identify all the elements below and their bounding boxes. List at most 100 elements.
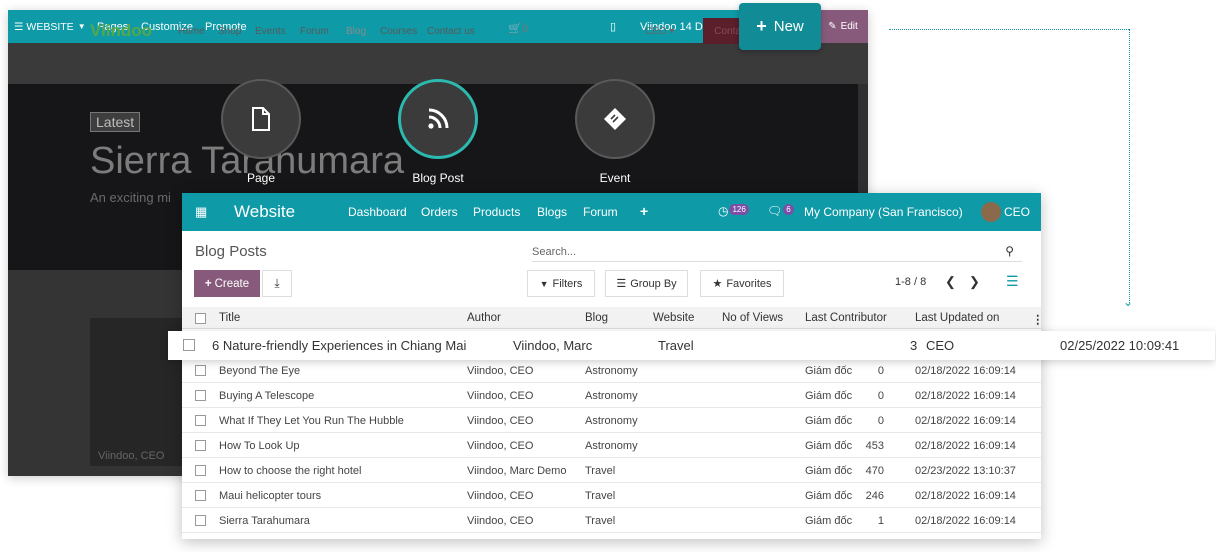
site-nav-home[interactable]: Home bbox=[178, 26, 205, 37]
edit-button[interactable]: ✎ Edit bbox=[818, 10, 868, 43]
site-nav-forum[interactable]: Forum bbox=[300, 26, 329, 37]
caret-down-icon: ▼ bbox=[77, 22, 86, 31]
row-title: Buying A Telescope bbox=[219, 390, 315, 402]
menu-orders[interactable]: Orders bbox=[421, 205, 458, 219]
website-menu[interactable]: ☰ WEBSITE ▼ bbox=[14, 10, 86, 43]
row-views: 0 bbox=[877, 390, 884, 402]
row-checkbox[interactable] bbox=[195, 465, 206, 476]
column-options-icon[interactable]: ⋮ bbox=[1032, 312, 1041, 326]
row-blog: Travel bbox=[658, 338, 694, 353]
row-updated: 02/23/2022 13:10:37 bbox=[915, 465, 1016, 477]
new-event-option[interactable] bbox=[575, 79, 655, 159]
create-button[interactable]: + Create bbox=[194, 270, 260, 297]
menu-dashboard[interactable]: Dashboard bbox=[348, 205, 407, 219]
page-option-label: Page bbox=[246, 171, 276, 185]
site-nav-contact[interactable]: Contact us bbox=[427, 26, 475, 37]
row-checkbox[interactable] bbox=[195, 415, 206, 426]
row-title: How to choose the right hotel bbox=[219, 465, 362, 477]
site-user-menu[interactable]: CEO ▾ bbox=[645, 26, 674, 37]
pencil-icon: ✎ bbox=[828, 21, 837, 32]
app-title[interactable]: Website bbox=[234, 202, 295, 222]
site-nav-courses[interactable]: Courses bbox=[380, 26, 417, 37]
column-title[interactable]: Title bbox=[219, 312, 240, 324]
site-nav-events[interactable]: Events bbox=[255, 26, 286, 37]
mobile-preview-icon[interactable]: ▯ bbox=[610, 10, 616, 43]
list-view-icon[interactable]: ☰ bbox=[1006, 273, 1019, 290]
search-input[interactable]: Search... ⚲ bbox=[532, 244, 1022, 262]
user-menu[interactable]: CEO bbox=[1004, 205, 1030, 219]
cart-icon[interactable]: 🛒0 bbox=[508, 22, 528, 35]
site-nav-blog[interactable]: Blog bbox=[346, 26, 366, 37]
site-header bbox=[8, 43, 868, 84]
row-blog: Astronomy bbox=[585, 440, 638, 452]
row-checkbox[interactable] bbox=[195, 440, 206, 451]
menu-products[interactable]: Products bbox=[473, 205, 520, 219]
row-author: Viindoo, Marc Demo bbox=[467, 465, 567, 477]
row-contributor: Giám đốc bbox=[805, 490, 853, 502]
chevron-right-icon[interactable]: ❯ bbox=[969, 274, 980, 290]
rss-icon bbox=[428, 108, 449, 129]
row-blog: Astronomy bbox=[585, 390, 638, 402]
row-updated: 02/18/2022 16:09:14 bbox=[915, 490, 1016, 502]
row-title: 6 Nature-friendly Experiences in Chiang … bbox=[212, 338, 467, 353]
favorites-button[interactable]: ★ Favorites bbox=[700, 270, 784, 297]
filters-button[interactable]: ▼ Filters bbox=[527, 270, 595, 297]
search-icon[interactable]: ⚲ bbox=[1005, 244, 1014, 258]
column-author[interactable]: Author bbox=[467, 312, 501, 324]
column-blog[interactable]: Blog bbox=[585, 312, 608, 324]
download-icon[interactable]: ⤓ bbox=[262, 270, 292, 297]
backend-window: ▦ Website Dashboard Orders Products Blog… bbox=[182, 193, 1041, 539]
menu-forum[interactable]: Forum bbox=[583, 205, 618, 219]
table-row[interactable]: What If They Let You Run The Hubble Viind… bbox=[182, 408, 1041, 433]
site-nav-shop[interactable]: Shop bbox=[218, 26, 241, 37]
column-views[interactable]: No of Views bbox=[722, 312, 783, 324]
new-blog-post-option[interactable] bbox=[398, 79, 478, 159]
table-row[interactable]: How To Look Up Viindoo, CEO Astronomy 453 Gi… bbox=[182, 433, 1041, 458]
breadcrumb: Blog Posts bbox=[195, 243, 267, 260]
chevron-left-icon[interactable]: ❮ bbox=[945, 274, 956, 290]
menu-blogs[interactable]: Blogs bbox=[537, 205, 567, 219]
row-contributor: Giám đốc bbox=[805, 415, 853, 427]
site-logo[interactable]: Viindoo bbox=[90, 21, 152, 41]
table-row[interactable]: Maui helicopter tours Viindoo, CEO Travel 2… bbox=[182, 483, 1041, 508]
row-updated: 02/18/2022 16:09:14 bbox=[915, 440, 1016, 452]
arrow-down-icon: ⌄ bbox=[1123, 295, 1134, 309]
row-blog: Travel bbox=[585, 465, 616, 477]
column-website[interactable]: Website bbox=[653, 312, 694, 324]
apps-grid-icon[interactable]: ▦ bbox=[195, 204, 207, 220]
row-blog: Travel bbox=[585, 490, 616, 502]
pager-value[interactable]: 1-8 / 8 bbox=[895, 276, 926, 288]
table-row[interactable]: Buying A Telescope Viindoo, CEO Astronomy 0… bbox=[182, 383, 1041, 408]
row-views: 3 bbox=[910, 338, 918, 353]
avatar[interactable] bbox=[981, 202, 1001, 222]
select-all-checkbox[interactable] bbox=[195, 313, 206, 324]
row-blog: Astronomy bbox=[585, 415, 638, 427]
menu-add[interactable]: + bbox=[640, 203, 648, 219]
row-contributor: Giám đốc bbox=[805, 465, 853, 477]
new-page-option[interactable] bbox=[221, 79, 301, 159]
row-checkbox[interactable] bbox=[195, 515, 206, 526]
column-contributor[interactable]: Last Contributor bbox=[805, 312, 887, 324]
blog-post-option-label: Blog Post bbox=[412, 171, 464, 185]
company-switcher[interactable]: My Company (San Francisco) bbox=[804, 205, 963, 219]
row-views: 0 bbox=[877, 365, 884, 377]
row-checkbox[interactable] bbox=[195, 365, 206, 376]
group-by-button[interactable]: ☰ Group By bbox=[605, 270, 688, 297]
row-checkbox[interactable] bbox=[183, 339, 195, 351]
row-contributor: Giám đốc bbox=[805, 440, 853, 452]
table-row[interactable]: Sierra Tarahumara Viindoo, CEO Travel 1 Giám… bbox=[182, 508, 1041, 533]
messaging-menu[interactable]: 🗨 6 bbox=[767, 204, 794, 218]
list-icon: ☰ bbox=[616, 278, 627, 290]
row-author: Viindoo, CEO bbox=[467, 415, 534, 427]
row-checkbox[interactable] bbox=[195, 490, 206, 501]
activity-menu[interactable]: ◷ 126 bbox=[718, 204, 749, 218]
new-content-button[interactable]: + New bbox=[739, 3, 821, 50]
column-updated[interactable]: Last Updated on bbox=[915, 312, 999, 324]
table-row[interactable]: Beyond The Eye Viindoo, CEO Astronomy 0 Giám… bbox=[182, 358, 1041, 383]
table-row[interactable]: How to choose the right hotel Viindoo, Ma… bbox=[182, 458, 1041, 483]
highlighted-table-row[interactable]: 6 Nature-friendly Experiences in Chiang … bbox=[168, 331, 1215, 360]
activity-count-badge: 126 bbox=[729, 204, 749, 215]
backend-navbar: ▦ Website Dashboard Orders Products Blog… bbox=[182, 193, 1041, 231]
row-checkbox[interactable] bbox=[195, 390, 206, 401]
row-blog: Astronomy bbox=[585, 365, 638, 377]
